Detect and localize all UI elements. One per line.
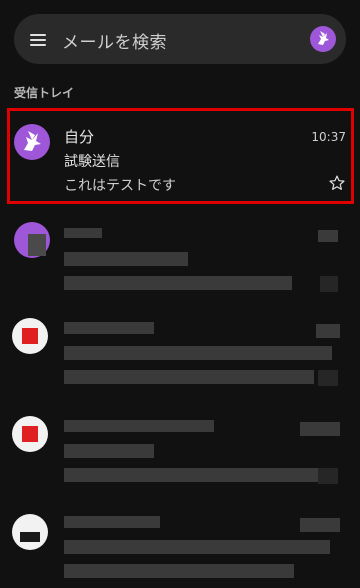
mail-subject: 試験送信 (64, 154, 120, 170)
menu-icon[interactable] (30, 31, 48, 47)
pegasus-icon (24, 131, 41, 151)
search-bar[interactable]: メールを検索 (14, 14, 346, 64)
search-placeholder[interactable]: メールを検索 (62, 28, 167, 53)
mail-time: 10:37 (311, 130, 346, 144)
mail-row-selected[interactable]: 自分 10:37 試験送信 これはテストです (0, 108, 360, 204)
sender-avatar-obscured[interactable] (12, 416, 48, 452)
mail-row-obscured-2[interactable] (0, 310, 360, 406)
mail-row-obscured-1[interactable] (0, 214, 360, 310)
mail-row-obscured-4[interactable] (0, 506, 360, 588)
inbox-section-label: 受信トレイ (14, 86, 75, 100)
sender-avatar[interactable] (14, 124, 50, 160)
mail-snippet: これはテストです (64, 178, 176, 194)
sender-avatar-obscured[interactable] (12, 318, 48, 354)
mail-sender: 自分 (64, 128, 95, 146)
star-icon[interactable] (328, 174, 346, 192)
mail-row-obscured-3[interactable] (0, 408, 360, 504)
account-avatar[interactable] (310, 26, 336, 52)
pegasus-icon (318, 31, 329, 45)
sender-avatar-obscured[interactable] (12, 514, 48, 550)
